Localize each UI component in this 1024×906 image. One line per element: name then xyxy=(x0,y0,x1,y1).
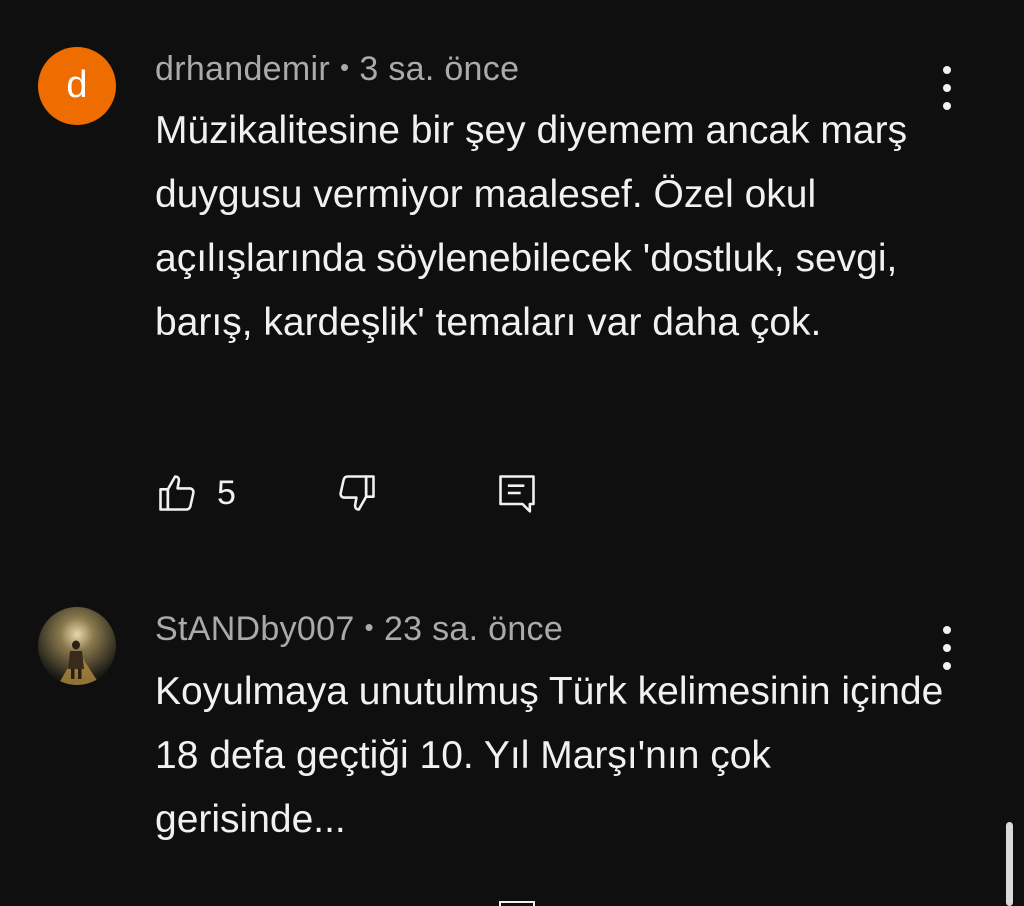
meta-separator: • xyxy=(339,52,350,82)
comment-meta: drhandemir • 3 sa. önce xyxy=(155,50,519,89)
comment-time: 3 sa. önce xyxy=(359,50,520,88)
comment-author[interactable]: drhandemir xyxy=(155,50,330,88)
photo-avatar xyxy=(38,607,116,685)
comment-text: Koyulmaya unutulmuş Türk kelimesinin içi… xyxy=(155,670,944,841)
reply-button[interactable] xyxy=(495,468,539,518)
like-button[interactable]: 5 xyxy=(155,468,236,518)
more-dot xyxy=(943,84,951,92)
more-vertical-icon xyxy=(943,626,951,634)
thumbs-up-icon xyxy=(159,475,195,511)
comment-actions: 5 xyxy=(155,468,575,518)
scrollbar[interactable] xyxy=(1006,822,1013,906)
comment-meta: StANDby007 • 23 sa. önce xyxy=(155,610,563,649)
dislike-button[interactable] xyxy=(335,468,379,518)
more-vertical-icon xyxy=(943,66,951,74)
reply-icon xyxy=(499,475,535,513)
avatar[interactable]: d xyxy=(38,47,116,125)
more-dot xyxy=(943,644,951,652)
thumbs-down-icon xyxy=(339,475,375,511)
meta-separator: • xyxy=(364,612,374,642)
avatar[interactable] xyxy=(38,607,116,685)
avatar-letter: d xyxy=(66,64,88,106)
comment-time: 23 sa. önce xyxy=(383,610,564,648)
reply-icon[interactable] xyxy=(499,901,535,906)
like-count: 5 xyxy=(217,473,236,512)
comment-text: Müzikalitesine bir şey diyemem ancak mar… xyxy=(155,109,908,344)
comment-author[interactable]: StANDby007 xyxy=(155,610,355,648)
